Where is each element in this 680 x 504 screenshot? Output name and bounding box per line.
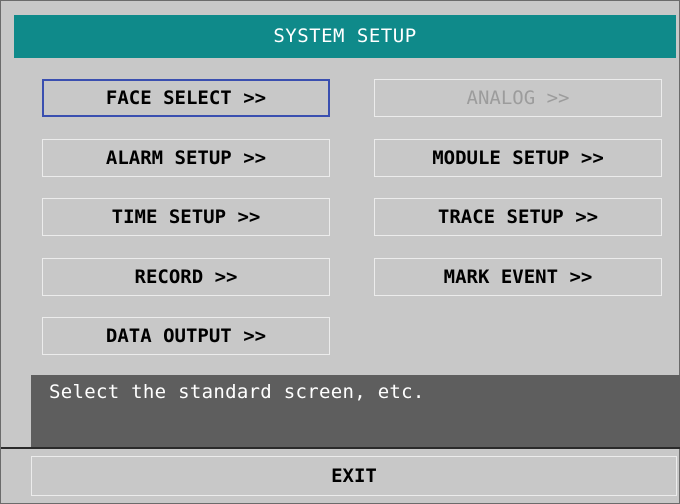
analog-button[interactable]: ANALOG >> (374, 79, 662, 117)
exit-button[interactable]: EXIT (31, 456, 677, 496)
record-button[interactable]: RECORD >> (42, 258, 330, 296)
alarm-setup-button[interactable]: ALARM SETUP >> (42, 139, 330, 177)
help-status-text: Select the standard screen, etc. (31, 375, 680, 447)
time-setup-button[interactable]: TIME SETUP >> (42, 198, 330, 236)
face-select-button[interactable]: FACE SELECT >> (42, 79, 330, 117)
system-setup-dialog: SYSTEM SETUP FACE SELECT >> ANALOG >> AL… (0, 0, 680, 504)
trace-setup-button[interactable]: TRACE SETUP >> (374, 198, 662, 236)
dialog-title: SYSTEM SETUP (14, 15, 676, 58)
data-output-button[interactable]: DATA OUTPUT >> (42, 317, 330, 355)
divider (1, 447, 680, 449)
mark-event-button[interactable]: MARK EVENT >> (374, 258, 662, 296)
module-setup-button[interactable]: MODULE SETUP >> (374, 139, 662, 177)
